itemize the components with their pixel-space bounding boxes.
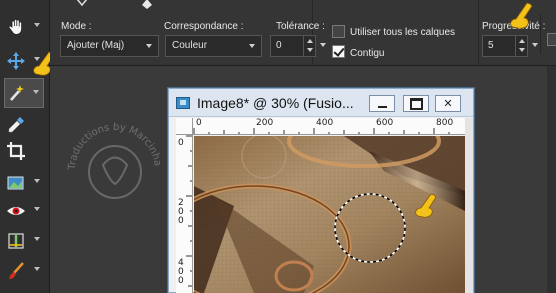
straighten-tool-button[interactable] — [4, 226, 44, 256]
progressive-value: 5 — [488, 40, 494, 51]
vertical-scrollbar[interactable] — [465, 118, 473, 293]
chevron-down-icon — [146, 44, 152, 48]
ruler-tick-label: 200 — [256, 118, 274, 128]
options-divider — [540, 14, 541, 54]
picture-tube-icon — [4, 171, 28, 195]
picture-tube-tool-button[interactable] — [4, 168, 44, 198]
spinner-buttons[interactable] — [303, 36, 315, 56]
ruler-tick-label: 400 — [316, 118, 334, 128]
horizontal-ruler: 0 200 400 600 800 — [193, 118, 465, 135]
match-mode-label: Correspondance : — [164, 21, 244, 32]
tolerance-spinner[interactable]: 0 — [270, 35, 326, 57]
chevron-down-icon[interactable] — [320, 43, 326, 47]
mode-label: Mode : — [61, 21, 92, 32]
minimize-button[interactable] — [369, 95, 395, 112]
red-eye-tool-button[interactable] — [4, 196, 44, 226]
reset-icon[interactable] — [140, 0, 154, 9]
close-button[interactable] — [435, 95, 461, 112]
image-window-titlebar[interactable]: Image8* @ 30% (Fusio... — [169, 89, 473, 117]
crop-tool-button[interactable] — [4, 136, 44, 166]
workspace-scrollbar[interactable] — [547, 66, 556, 293]
image-document-icon — [176, 97, 190, 109]
ruler-tick-label: 600 — [376, 118, 394, 128]
use-all-layers-label: Utiliser tous les calques — [350, 27, 456, 38]
contiguous-checkbox[interactable] — [332, 45, 345, 58]
brush-tool-button[interactable] — [4, 256, 44, 286]
match-mode-select[interactable]: Couleur — [165, 35, 262, 57]
eye-icon — [4, 199, 28, 223]
spinner-buttons[interactable] — [515, 36, 527, 56]
move-arrows-icon — [4, 49, 28, 73]
ruler-tick-label: 0 — [178, 216, 184, 226]
mode-value: Ajouter (Maj) — [67, 40, 125, 51]
progressive-spinner[interactable]: 5 — [482, 35, 538, 57]
image-window-title: Image8* @ 30% (Fusio... — [197, 95, 354, 111]
svg-text:Traductions by Marcinha - SIM: Traductions by Marcinha - SIM - PSP — [55, 110, 163, 171]
straighten-icon — [4, 229, 28, 253]
image-canvas[interactable] — [194, 136, 465, 293]
ruler-tick-label: 0 — [178, 138, 184, 148]
chevron-down-icon[interactable] — [532, 43, 538, 47]
vertical-ruler: 0 2 0 0 4 0 0 — [176, 135, 193, 293]
pointer-hand-icon — [506, 2, 536, 34]
tolerance-value: 0 — [276, 40, 282, 51]
mode-select[interactable]: Ajouter (Maj) — [60, 35, 159, 57]
magic-wand-icon — [5, 81, 29, 105]
tolerance-label: Tolérance : — [276, 21, 325, 32]
contiguous-label: Contigu — [350, 48, 385, 59]
tools-toolbar — [0, 0, 55, 293]
pointer-hand-icon — [412, 192, 440, 222]
options-divider — [478, 0, 479, 66]
watermark-seal: Traductions by Marcinha - SIM - PSP — [51, 102, 175, 230]
tool-options-bar: Mode : Ajouter (Maj) Correspondance : Co… — [50, 0, 556, 66]
magic-wand-tool-button[interactable] — [4, 78, 44, 108]
dropper-icon — [4, 113, 28, 137]
antialias-checkbox[interactable] — [547, 33, 556, 46]
match-mode-value: Couleur — [172, 40, 208, 51]
image-document-window[interactable]: Image8* @ 30% (Fusio... 0 200 400 600 — [168, 88, 474, 293]
maximize-button[interactable] — [403, 95, 429, 112]
ruler-corner — [176, 118, 193, 135]
brush-icon — [4, 259, 28, 283]
ruler-tick-label: 0 — [196, 118, 202, 128]
tool-preset-icon[interactable] — [75, 0, 89, 7]
crop-icon — [4, 139, 28, 163]
use-all-layers-checkbox[interactable] — [332, 25, 345, 38]
ruler-tick-label: 0 — [178, 276, 184, 286]
hand-icon — [4, 15, 28, 39]
chevron-down-icon — [249, 44, 255, 48]
ruler-tick-label: 800 — [436, 118, 454, 128]
psp-application: Mode : Ajouter (Maj) Correspondance : Co… — [0, 0, 556, 293]
pan-tool-button[interactable] — [4, 12, 44, 42]
